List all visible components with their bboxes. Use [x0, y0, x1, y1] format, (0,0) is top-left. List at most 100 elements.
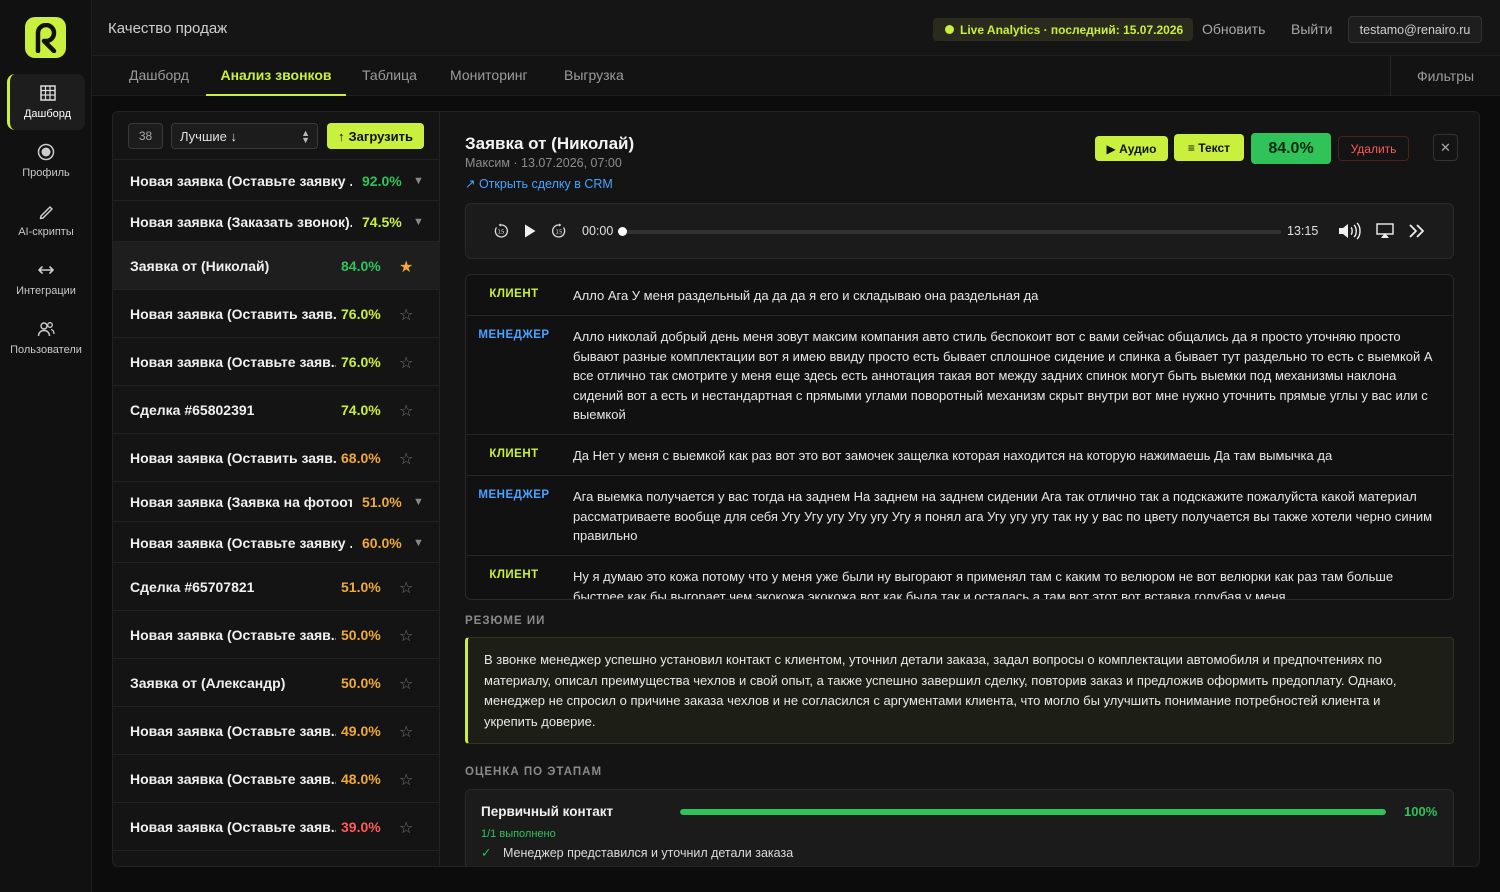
list-item[interactable]: Новая заявка (Оставьте заяв... 50.0% ☆ [113, 611, 440, 659]
player-seek-bar[interactable] [621, 230, 1281, 234]
list-item[interactable]: Новая заявка (Заявка на фотоот... 51.0% ▼ [113, 482, 440, 522]
sidebar-item-dashboard[interactable]: Дашборд [7, 74, 85, 130]
close-button[interactable]: ✕ [1433, 134, 1458, 161]
audio-button[interactable]: ▶ Аудио [1095, 136, 1168, 161]
star-icon[interactable]: ☆ [399, 674, 413, 694]
list-item[interactable]: Новая заявка (Оставьте заявку ... 92.0% ▼ [113, 160, 440, 201]
list-item[interactable]: Новая заявка (Оставьте заявку ... 60.0% ▼ [113, 522, 440, 563]
star-icon[interactable]: ☆ [399, 722, 413, 742]
transcript-row: КЛИЕНТ Алло Ага У меня раздельный да да … [466, 275, 1453, 316]
sort-select[interactable]: Лучшие ↓ ▲ ▼ [171, 123, 318, 149]
sidebar: Дашборд Профиль AI-скрипты Интеграции По… [0, 0, 92, 892]
star-icon[interactable]: ☆ [399, 578, 413, 598]
sidebar-item-integrations[interactable]: Интеграции [7, 251, 85, 307]
list-item-title: Заявка от (Николай) [130, 258, 270, 274]
list-item-score: 74.5% [362, 214, 402, 230]
list-item-title: Сделка #65707821 [130, 579, 255, 595]
rewind-15-icon[interactable]: 15 [493, 223, 509, 239]
list-header: 38 Лучшие ↓ ▲ ▼ ↑ Загрузить [113, 112, 440, 160]
delete-button[interactable]: Удалить [1338, 136, 1409, 161]
upload-button[interactable]: ↑ Загрузить [327, 123, 424, 149]
star-icon[interactable]: ☆ [399, 818, 413, 838]
list-item[interactable]: Заявка от (Александр) 50.0% ☆ [113, 659, 440, 707]
list-item[interactable]: Заявка от (Николай) 84.0% ★ [113, 242, 440, 290]
stage-done-count: 1/1 выполнено [481, 828, 556, 840]
stages-section-label: ОЦЕНКА ПО ЭТАПАМ [465, 766, 603, 778]
speaker-label: КЛИЕНТ [489, 569, 539, 581]
speaker-label: КЛИЕНТ [489, 288, 539, 300]
sidebar-item-users[interactable]: Пользователи [7, 310, 85, 366]
expand-chevron-icon[interactable]: ▼ [413, 537, 424, 549]
text-button[interactable]: ≡ Текст [1174, 134, 1244, 161]
tab-table[interactable]: Таблица [362, 56, 417, 96]
sidebar-item-label: Профиль [22, 167, 70, 179]
topbar: Качество продаж Live Analytics · последн… [92, 0, 1500, 56]
list-item[interactable]: Новая заявка (Оставьте заяв... 49.0% ☆ [113, 707, 440, 755]
list-item-title: Новая заявка (Оставьте заяв... [130, 771, 336, 787]
svg-text:15: 15 [556, 230, 563, 236]
utterance-text: Алло николай добрый день меня зовут макс… [573, 329, 1433, 422]
calls-list: Новая заявка (Оставьте заявку ... 92.0% ▼ Н… [113, 160, 440, 851]
calls-list-panel: 38 Лучшие ↓ ▲ ▼ ↑ Загрузить Новая заявка … [113, 112, 440, 866]
airplay-icon[interactable] [1376, 223, 1394, 239]
list-item[interactable]: Новая заявка (Оставить заяв... 68.0% ☆ [113, 434, 440, 482]
profile-icon [37, 143, 55, 161]
forward-15-icon[interactable]: 15 [551, 223, 567, 239]
list-item-score: 49.0% [341, 723, 381, 739]
list-item-score: 76.0% [341, 354, 381, 370]
sidebar-item-profile[interactable]: Профиль [7, 133, 85, 189]
list-item-score: 51.0% [341, 579, 381, 595]
expand-chevron-icon[interactable]: ▼ [413, 496, 424, 508]
star-icon[interactable]: ☆ [399, 770, 413, 790]
tab-export[interactable]: Выгрузка [564, 56, 624, 96]
list-item-score: 92.0% [362, 173, 402, 189]
transcript-row: КЛИЕНТ Да Нет у меня с выемкой как раз в… [466, 435, 1453, 476]
star-icon[interactable]: ☆ [399, 449, 413, 469]
tab-call-analysis[interactable]: Анализ звонков [206, 56, 346, 96]
logout-button[interactable]: Выйти [1291, 21, 1332, 37]
list-item-score: 50.0% [341, 675, 381, 691]
list-item[interactable]: Новая заявка (Заказать звонок)... 74.5% ▼ [113, 201, 440, 242]
player-current-time: 00:00 [582, 224, 614, 238]
expand-chevron-icon[interactable]: ▼ [413, 216, 424, 228]
upload-button-label: Загрузить [348, 128, 413, 144]
player-seek-handle[interactable] [618, 227, 627, 236]
svg-text:15: 15 [498, 230, 505, 236]
star-icon[interactable]: ☆ [399, 353, 413, 373]
select-chevron-icon: ▲ ▼ [301, 128, 310, 145]
transcript-row: КЛИЕНТ Ну я думаю это кожа потому что у … [466, 556, 1453, 599]
sidebar-item-label: Дашборд [23, 108, 72, 120]
list-item[interactable]: Новая заявка (Оставить заяв... 76.0% ☆ [113, 290, 440, 338]
volume-icon[interactable] [1337, 221, 1361, 241]
list-item-title: Новая заявка (Оставьте заяв... [130, 723, 336, 739]
speaker-label: МЕНЕДЖЕР [478, 329, 550, 341]
star-icon[interactable]: ☆ [399, 305, 413, 325]
filters-button[interactable]: Фильтры [1390, 56, 1500, 96]
user-email[interactable]: testamo@renairo.ru [1348, 16, 1482, 43]
star-filled-icon[interactable]: ★ [399, 257, 413, 277]
tab-dashboard[interactable]: Дашборд [129, 56, 189, 96]
sidebar-item-ai-scripts[interactable]: AI-скрипты [7, 192, 85, 248]
sidebar-item-label: Интеграции [16, 285, 76, 297]
star-icon[interactable]: ☆ [399, 626, 413, 646]
list-item[interactable]: Новая заявка (Оставьте заяв... 76.0% ☆ [113, 338, 440, 386]
list-item-score: 60.0% [362, 535, 402, 551]
expand-chevron-icon[interactable]: ▼ [413, 175, 424, 187]
fast-forward-icon[interactable] [1408, 223, 1426, 239]
list-item[interactable]: Сделка #65707821 51.0% ☆ [113, 563, 440, 611]
star-icon[interactable]: ☆ [399, 401, 413, 421]
tab-monitoring[interactable]: Мониторинг [450, 56, 528, 96]
refresh-button[interactable]: Обновить [1202, 21, 1265, 37]
list-item-title: Новая заявка (Оставьте заяв... [130, 819, 336, 835]
list-item[interactable]: Новая заявка (Оставьте заяв... 39.0% ☆ [113, 803, 440, 851]
stage-checklist-text: Менеджер представился и уточнил детали з… [502, 846, 794, 860]
play-icon[interactable] [523, 223, 537, 239]
transcript-row: МЕНЕДЖЕР Алло николай добрый день меня з… [466, 316, 1453, 435]
list-item[interactable]: Сделка #65802391 74.0% ☆ [113, 386, 440, 434]
list-item[interactable]: Новая заявка (Оставьте заяв... 48.0% ☆ [113, 755, 440, 803]
list-item-score: 76.0% [341, 306, 381, 322]
stage-progress-fill [680, 809, 1386, 815]
logo-icon [35, 22, 56, 53]
crm-link[interactable]: ↗ Открыть сделку в CRM [465, 176, 613, 191]
app-logo[interactable] [25, 17, 66, 58]
